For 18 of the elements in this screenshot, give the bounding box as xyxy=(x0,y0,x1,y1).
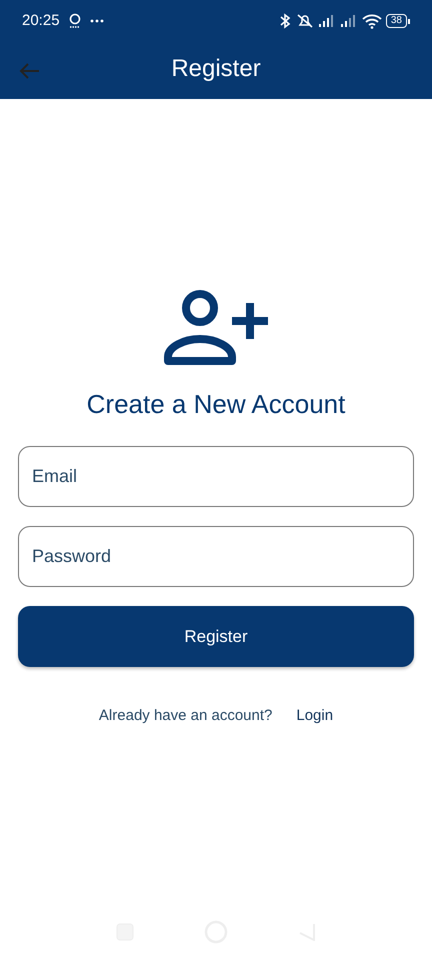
muted-bell-icon xyxy=(296,13,314,29)
notification-icon xyxy=(68,13,82,29)
status-time: 20:25 xyxy=(22,10,60,31)
email-field[interactable]: Email xyxy=(18,446,414,507)
signal-icon xyxy=(318,14,336,28)
register-button[interactable]: Register xyxy=(18,606,414,667)
signal-icon xyxy=(340,14,358,28)
login-link[interactable]: Login xyxy=(296,705,334,728)
page-heading: Create a New Account xyxy=(86,388,346,421)
password-field[interactable]: Password xyxy=(18,526,414,587)
app-bar-title: Register xyxy=(171,54,261,84)
account-prompt: Already have an account? xyxy=(98,706,272,726)
back-arrow-icon[interactable] xyxy=(18,62,40,80)
bluetooth-icon xyxy=(278,13,292,29)
add-person-icon xyxy=(164,289,268,365)
more-icon xyxy=(90,19,104,23)
wifi-icon xyxy=(362,14,382,28)
battery-icon: 38 xyxy=(386,14,410,28)
